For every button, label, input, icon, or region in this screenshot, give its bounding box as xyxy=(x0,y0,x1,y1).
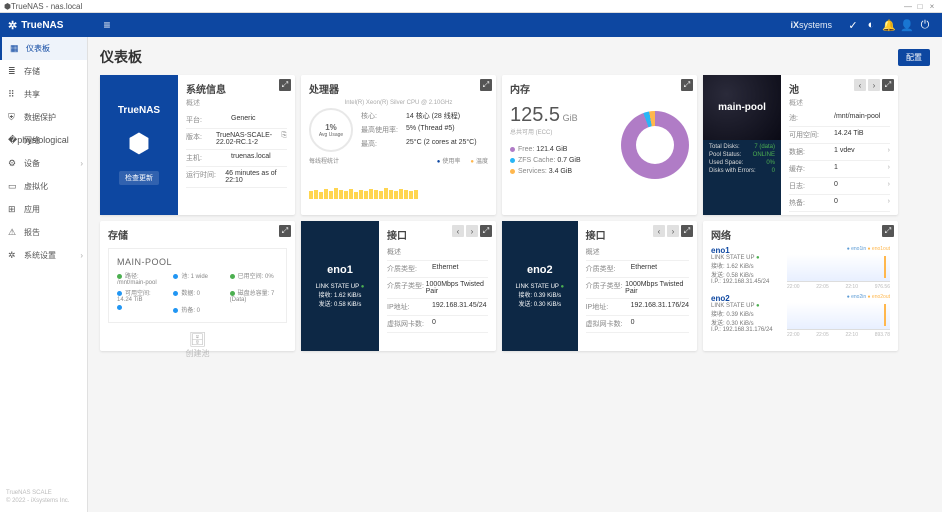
sidebar-icon: ⛨ xyxy=(8,112,18,123)
card-move-icon[interactable]: ⤢ xyxy=(279,79,291,91)
next-icon[interactable]: › xyxy=(868,79,880,91)
prev-icon[interactable]: ‹ xyxy=(452,225,464,237)
truenas-cube-icon: ⬢ xyxy=(128,128,151,159)
net-iface-row: eno2 LINK STATE UP ● 接收: 0.39 KiB/s发送: 0… xyxy=(711,294,890,338)
sidebar-icon: �physiological xyxy=(8,135,18,146)
brand-icon: ✲ xyxy=(8,19,17,32)
sidebar-icon: ▦ xyxy=(10,43,20,54)
jobs-icon[interactable]: ◐ xyxy=(862,19,880,31)
chevron-right-icon[interactable]: › xyxy=(888,198,890,208)
sidebar-item-1[interactable]: ≣存储 xyxy=(0,60,87,83)
sidebar-icon: ≣ xyxy=(8,66,18,77)
sidebar-item-4[interactable]: �physiological网络 xyxy=(0,129,87,152)
configure-button[interactable]: 配置 xyxy=(898,49,930,66)
next-icon[interactable]: › xyxy=(667,225,679,237)
card-move-icon[interactable]: ⤢ xyxy=(681,79,693,91)
sidebar: ▦仪表板≣存储⠿共享⛨数据保护�physiological网络⚙设备›▭虚拟化⊞… xyxy=(0,37,88,512)
window-max-button[interactable]: □ xyxy=(914,2,926,11)
net-iface-row: eno1 LINK STATE UP ● 接收: 1.62 KiB/s发送: 0… xyxy=(711,246,890,290)
menu-toggle-icon[interactable]: ≡ xyxy=(103,18,110,32)
card-move-icon[interactable]: ⤢ xyxy=(480,79,492,91)
chevron-right-icon[interactable]: › xyxy=(888,164,890,174)
sidebar-item-2[interactable]: ⠿共享 xyxy=(0,83,87,106)
window-close-button[interactable]: × xyxy=(926,2,938,11)
next-icon[interactable]: › xyxy=(466,225,478,237)
sidebar-item-6[interactable]: ▭虚拟化 xyxy=(0,175,87,198)
cpu-thread-bars xyxy=(309,173,488,199)
content-area: 仪表板 配置 TrueNAS ⬢ 检查更新 ⤢ 系统信息 概述 平台:Gener… xyxy=(88,37,942,512)
sidebar-icon: ▭ xyxy=(8,181,18,192)
card-move-icon[interactable]: ⤢ xyxy=(480,225,492,237)
brand-logo[interactable]: ✲ TrueNAS xyxy=(8,19,63,32)
card-move-icon[interactable]: ⤢ xyxy=(882,225,894,237)
window-min-button[interactable]: — xyxy=(902,2,914,11)
app-icon: ⬢ xyxy=(4,2,11,11)
user-icon[interactable]: 👤 xyxy=(898,19,916,32)
alerts-icon[interactable]: 🔔 xyxy=(880,19,898,32)
sidebar-item-7[interactable]: ⊞应用 xyxy=(0,198,87,221)
sidebar-icon: ⚙ xyxy=(8,158,18,169)
sidebar-item-8[interactable]: ⚠报告 xyxy=(0,221,87,244)
card-memory: ⤢ 内存 125.5 GiB 总共可用 (ECC) Free: 121.4 Gi… xyxy=(502,75,697,215)
card-move-icon[interactable]: ⤢ xyxy=(279,225,291,237)
storage-pool-name: MAIN-POOL xyxy=(117,257,278,267)
power-icon[interactable]: ⏻ xyxy=(916,19,934,32)
cpu-usage-gauge: 1% Avg Usage xyxy=(309,108,353,152)
sidebar-footer: TrueNAS SCALE © 2022 - iXsystems Inc. xyxy=(0,484,87,512)
pool-visual: main-pool xyxy=(703,75,781,140)
sidebar-item-5[interactable]: ⚙设备› xyxy=(0,152,87,175)
brand-text: TrueNAS xyxy=(21,20,63,31)
chevron-right-icon[interactable]: › xyxy=(888,181,890,191)
sidebar-item-3[interactable]: ⛨数据保护 xyxy=(0,106,87,129)
card-move-icon[interactable]: ⤢ xyxy=(681,225,693,237)
memory-donut-chart xyxy=(621,111,689,179)
chevron-right-icon: › xyxy=(80,251,83,260)
card-sysinfo: TrueNAS ⬢ 检查更新 ⤢ 系统信息 概述 平台:Generic版本:Tr… xyxy=(100,75,295,215)
copy-icon[interactable]: ⎘ xyxy=(281,132,287,146)
app-topbar: ✲ TrueNAS ≡ iXiXsystemssystems ✓ ◐ 🔔 👤 ⏻ xyxy=(0,13,942,37)
sidebar-icon: ⚠ xyxy=(8,227,18,238)
vendor-logo[interactable]: iXiXsystemssystems xyxy=(790,20,832,30)
check-update-button[interactable]: 检查更新 xyxy=(119,171,159,185)
window-title: TrueNAS - nas.local xyxy=(11,2,902,11)
os-titlebar: ⬢ TrueNAS - nas.local — □ × xyxy=(0,0,942,13)
card-move-icon[interactable]: ⤢ xyxy=(882,79,894,91)
chevron-right-icon: › xyxy=(80,159,83,168)
card-cpu: ⤢ 处理器 Intel(R) Xeon(R) Silver CPU @ 2.10… xyxy=(301,75,496,215)
status-icon[interactable]: ✓ xyxy=(844,19,862,32)
card-storage: ⤢ 存储 MAIN-POOL 路径: /mnt/main-pool池: 1 wi… xyxy=(100,221,295,351)
sysinfo-brand: TrueNAS xyxy=(118,105,160,116)
sidebar-icon: ✲ xyxy=(8,250,18,261)
net-traffic-chart xyxy=(787,302,890,330)
sidebar-icon: ⠿ xyxy=(8,89,18,100)
prev-icon[interactable]: ‹ xyxy=(854,79,866,91)
card-network: ⤢ 网络 eno1 LINK STATE UP ● 接收: 1.62 KiB/s… xyxy=(703,221,898,351)
sysinfo-title: 系统信息 xyxy=(186,81,287,96)
card-interface-0: eno1 LINK STATE UP ● 接收: 1.62 KiB/s 发送: … xyxy=(301,221,496,351)
card-interface-1: eno2 LINK STATE UP ● 接收: 0.39 KiB/s 发送: … xyxy=(502,221,697,351)
database-icon: 🗄 xyxy=(108,331,287,348)
page-title: 仪表板 xyxy=(100,47,142,67)
create-pool-button[interactable]: 创建池 xyxy=(108,348,287,359)
sidebar-icon: ⊞ xyxy=(8,204,18,215)
chevron-right-icon[interactable]: › xyxy=(888,147,890,157)
sidebar-item-9[interactable]: ✲系统设置› xyxy=(0,244,87,267)
card-pool: main-pool Total Disks:7 (data)Pool Statu… xyxy=(703,75,898,215)
sidebar-item-0[interactable]: ▦仪表板 xyxy=(0,37,87,60)
prev-icon[interactable]: ‹ xyxy=(653,225,665,237)
net-traffic-chart xyxy=(787,254,890,282)
